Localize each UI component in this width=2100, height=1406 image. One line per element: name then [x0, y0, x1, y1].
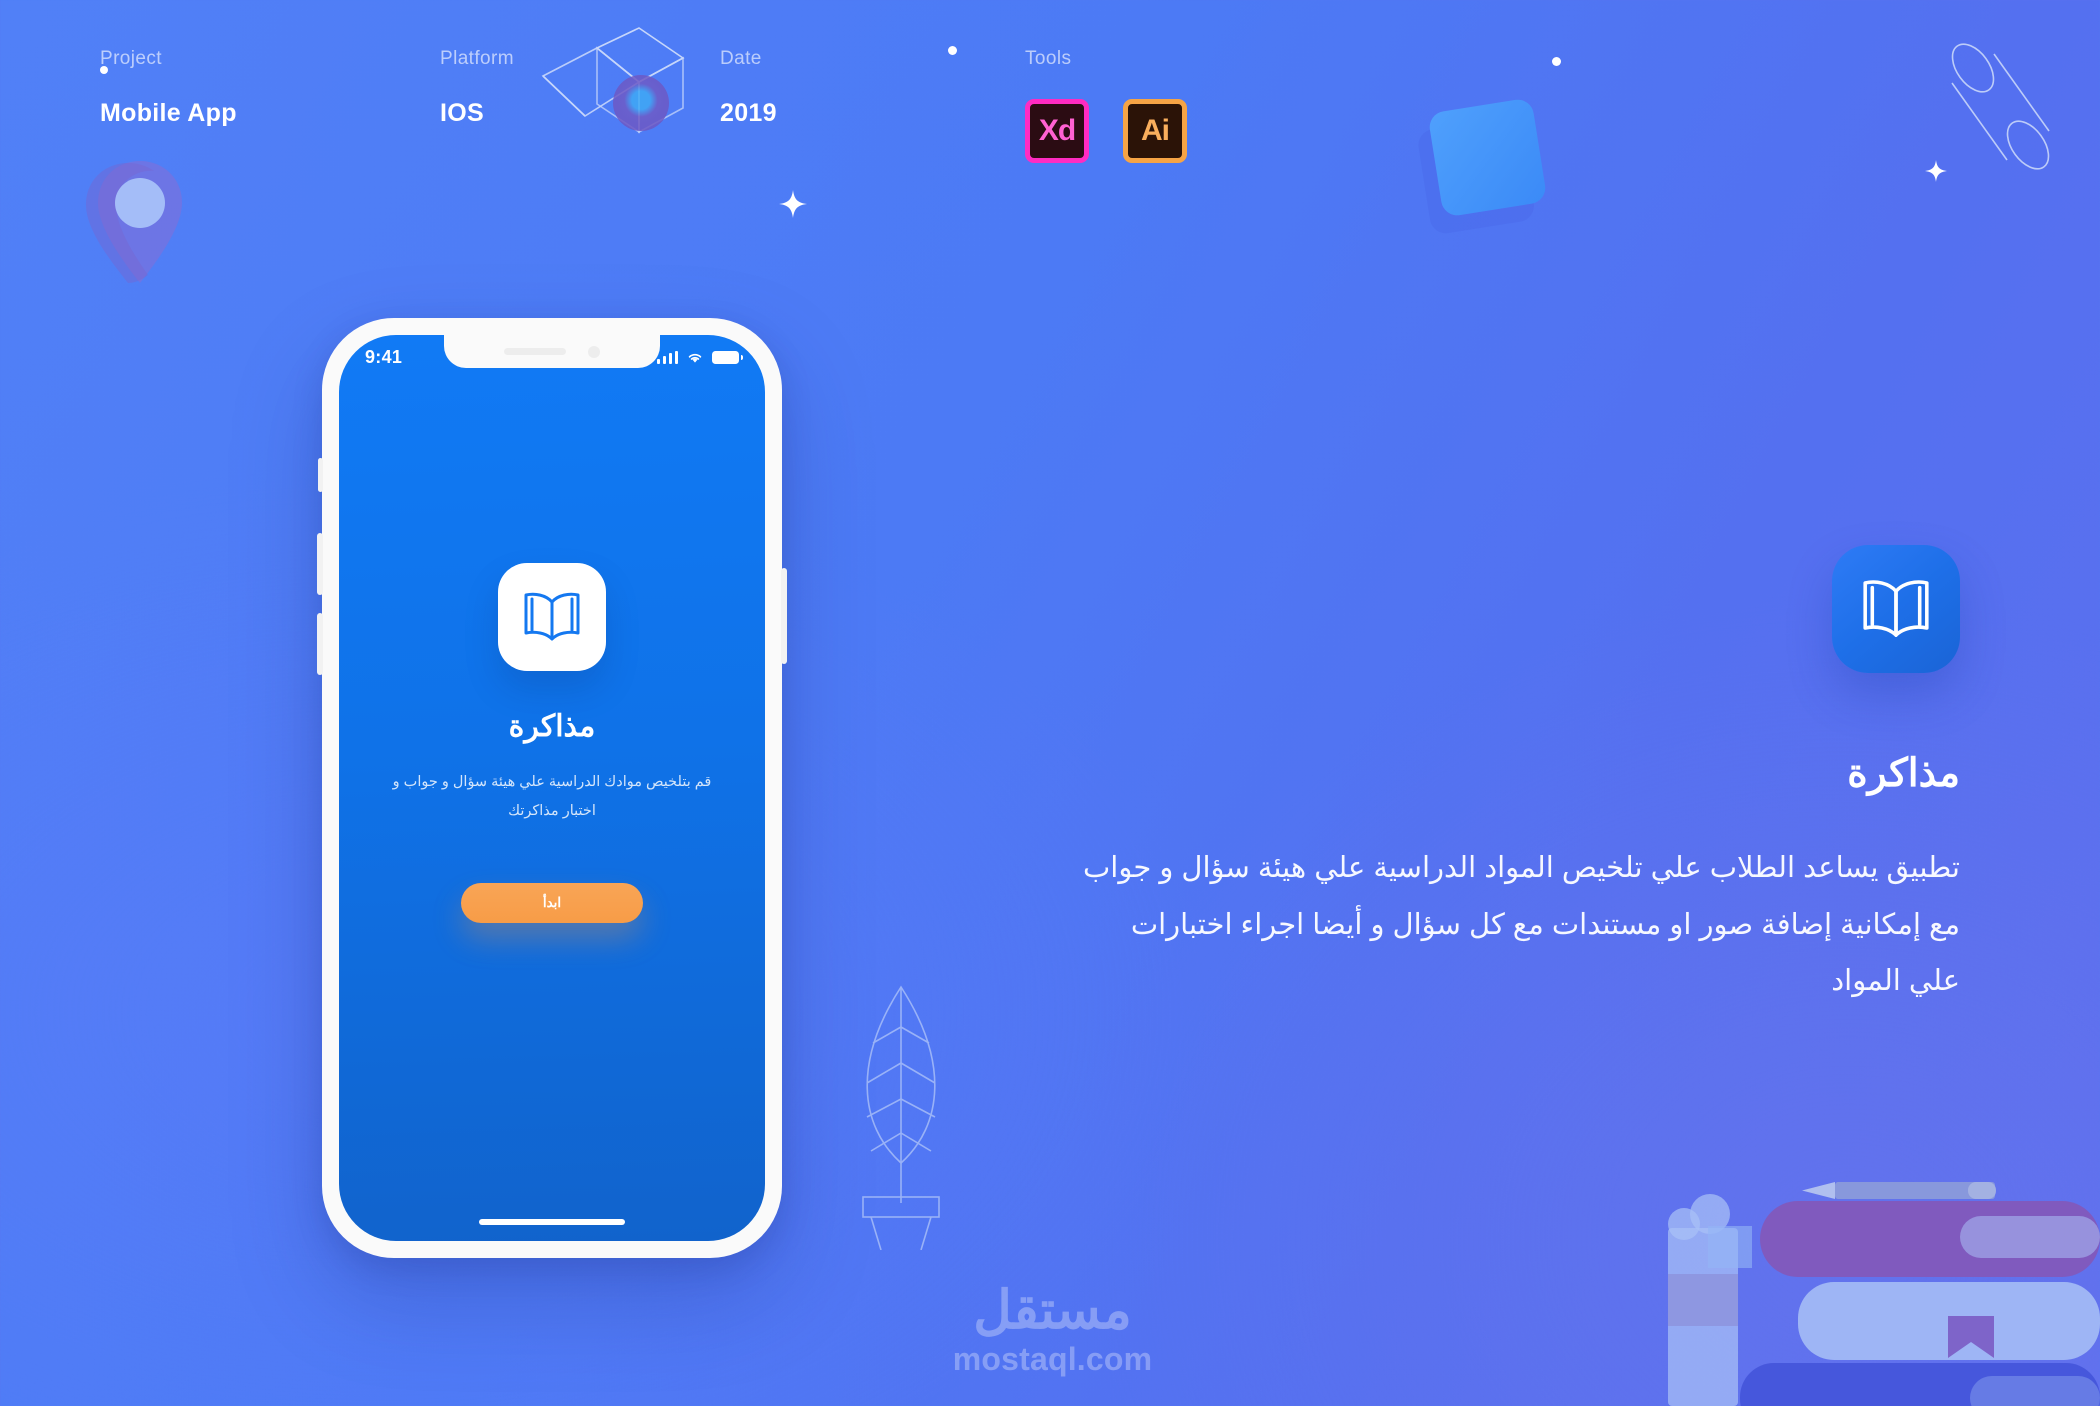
- phone-power-button: [781, 568, 787, 664]
- phone-volume-up-button: [317, 533, 323, 595]
- open-book-icon: [1863, 580, 1929, 637]
- home-indicator[interactable]: [479, 1219, 625, 1225]
- app-icon-tile: [498, 563, 606, 671]
- mostaql-watermark: مستقل mostaql.com: [930, 1283, 1175, 1378]
- meta-date-value: 2019: [720, 99, 777, 127]
- meta-project-label: Project: [100, 48, 162, 69]
- plant-in-pot-outline: [845, 975, 1020, 1251]
- meta-platform-value: IOS: [440, 99, 484, 127]
- rounded-square-card-shape: [1427, 97, 1548, 218]
- onboarding-content: مذاكرة قم بتلخيص موادك الدراسية علي هيئة…: [339, 335, 765, 1241]
- phone-silent-switch: [318, 458, 323, 492]
- meta-date: Date 2019: [720, 48, 1025, 163]
- app-title: مذاكرة: [508, 710, 596, 743]
- meta-project: Project Mobile App: [100, 48, 440, 163]
- app-description: قم بتلخيص موادك الدراسية علي هيئة سؤال و…: [392, 774, 712, 819]
- watermark-latin: mostaql.com: [952, 1341, 1153, 1377]
- sparkle-star-icon: [779, 190, 807, 218]
- adobe-illustrator-icon: Ai: [1123, 99, 1187, 163]
- info-title: مذاكرة: [1847, 752, 1960, 795]
- stacked-books-illustration: [1630, 1156, 2100, 1406]
- meta-platform: Platform IOS: [440, 48, 720, 163]
- dot: [1552, 57, 1561, 66]
- phone-volume-down-button: [317, 613, 323, 675]
- watermark-arabic: مستقل: [973, 1281, 1132, 1341]
- info-description: تطبيق يساعد الطلاب علي تلخيص المواد الدر…: [1083, 852, 1960, 998]
- wireframe-cylinder-shape: [1940, 35, 2090, 180]
- map-pin-shape: [68, 155, 203, 290]
- meta-project-value: Mobile App: [100, 99, 237, 127]
- start-button[interactable]: ابدأ: [461, 883, 643, 923]
- phone-screen: 9:41 مذاكرة قم بتلخيص موادك الدراسية علي…: [339, 335, 765, 1241]
- app-info-panel: مذاكرة تطبيق يساعد الطلاب علي تلخيص المو…: [1080, 545, 1960, 1010]
- adobe-xd-icon-label: Xd: [1038, 114, 1076, 147]
- open-book-icon: [524, 592, 580, 641]
- tools-icon-list: Xd Ai: [1025, 99, 1187, 163]
- meta-tools-label: Tools: [1025, 48, 1072, 69]
- meta-date-label: Date: [720, 48, 762, 69]
- adobe-illustrator-icon-label: Ai: [1141, 114, 1170, 147]
- adobe-xd-icon: Xd: [1025, 99, 1089, 163]
- app-icon-large: [1832, 545, 1960, 673]
- meta-platform-label: Platform: [440, 48, 514, 69]
- phone-mockup: 9:41 مذاكرة قم بتلخيص موادك الدراسية علي…: [317, 318, 787, 1258]
- meta-tools: Tools Xd Ai: [1025, 48, 1187, 163]
- project-meta-row: Project Mobile App Platform IOS Date 201…: [100, 48, 1187, 163]
